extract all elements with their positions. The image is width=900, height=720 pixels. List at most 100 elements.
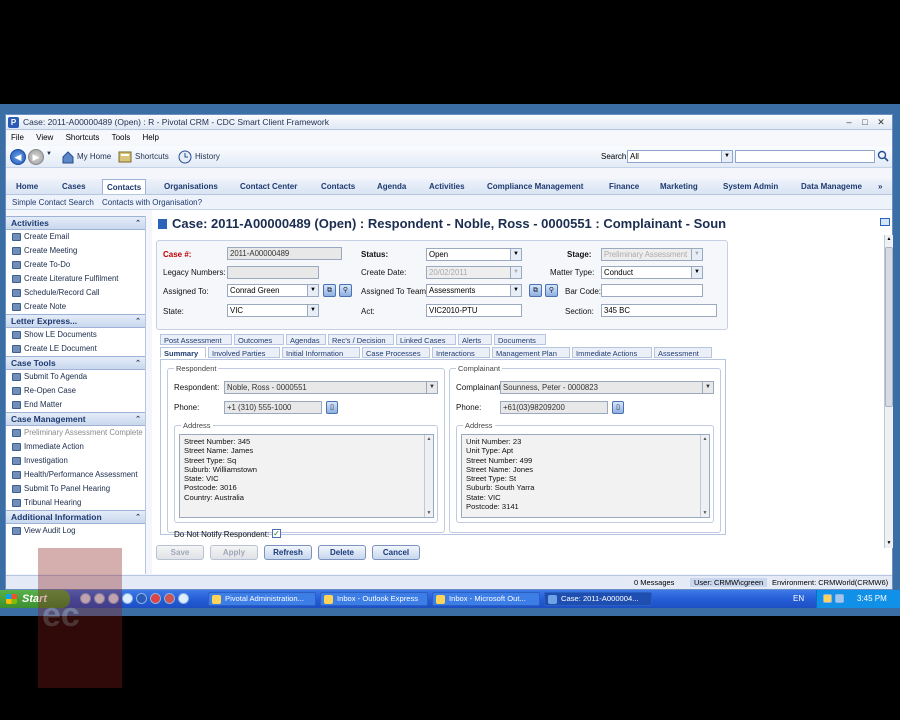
- tab-agenda[interactable]: Agenda: [373, 179, 410, 194]
- task-inbox-microsoft-outlook[interactable]: Inbox - Microsoft Out...: [432, 592, 540, 606]
- tab-linked-cases[interactable]: Linked Cases: [396, 334, 456, 345]
- sidebar-item[interactable]: Health/Performance Assessment: [6, 468, 145, 482]
- lookup-search-icon[interactable]: ⚲: [339, 284, 352, 297]
- task-case-window[interactable]: Case: 2011-A000004...: [544, 592, 652, 606]
- assigned-to-select[interactable]: Conrad Green ▼: [227, 284, 319, 297]
- tab-involved-parties[interactable]: Involved Parties: [208, 347, 280, 358]
- collapse-chevron-icon[interactable]: ⌃: [135, 315, 141, 328]
- tab-cases[interactable]: Cases: [58, 179, 90, 194]
- sidebar-item[interactable]: Submit To Agenda: [6, 370, 145, 384]
- sidebar-section-header[interactable]: Letter Express... ⌃: [6, 314, 145, 328]
- sidebar-item[interactable]: Create Note: [6, 300, 145, 314]
- state-select[interactable]: VIC ▼: [227, 304, 319, 317]
- quicklaunch-browser-icon[interactable]: [122, 593, 133, 604]
- chevron-down-icon[interactable]: ▼: [691, 249, 702, 260]
- task-pivotal-administration[interactable]: Pivotal Administration...: [208, 592, 316, 606]
- tab-alerts[interactable]: Alerts: [458, 334, 492, 345]
- tab-data-management[interactable]: Data Manageme: [797, 179, 877, 194]
- tab-documents[interactable]: Documents: [494, 334, 546, 345]
- scroll-down-icon[interactable]: ▼: [701, 509, 709, 517]
- form-scrollbar[interactable]: ▲ ▼: [884, 235, 893, 548]
- menu-help[interactable]: Help: [143, 131, 159, 145]
- sidebar-item[interactable]: Immediate Action: [6, 440, 145, 454]
- scroll-down-icon[interactable]: ▼: [885, 539, 893, 548]
- open-record-icon[interactable]: ⧉: [323, 284, 336, 297]
- menu-view[interactable]: View: [36, 131, 53, 145]
- respondent-select[interactable]: Noble, Ross - 0000551 ▼: [224, 381, 438, 394]
- tab-immediate-actions[interactable]: Immediate Actions: [572, 347, 652, 358]
- collapse-chevron-icon[interactable]: ⌃: [135, 217, 141, 230]
- tab-activities[interactable]: Activities: [425, 179, 469, 194]
- quicklaunch-pivotal-icon[interactable]: [136, 593, 147, 604]
- collapse-chevron-icon[interactable]: ⌃: [135, 357, 141, 370]
- search-icon[interactable]: [877, 150, 889, 162]
- menu-tools[interactable]: Tools: [112, 131, 131, 145]
- chevron-down-icon[interactable]: ▼: [307, 305, 318, 316]
- tray-network-icon[interactable]: [835, 594, 844, 603]
- tab-contact-center[interactable]: Contact Center: [236, 179, 301, 194]
- expand-header-icon[interactable]: [880, 218, 890, 226]
- scroll-up-icon[interactable]: ▲: [701, 435, 709, 443]
- search-input[interactable]: [735, 150, 875, 163]
- contacts-with-organisation-link[interactable]: Contacts with Organisation?: [102, 198, 202, 207]
- complainant-address-text[interactable]: Unit Number: 23 Unit Type: Apt Street Nu…: [461, 434, 710, 518]
- complainant-address-scrollbar[interactable]: ▲ ▼: [700, 435, 709, 517]
- task-inbox-outlook-express[interactable]: Inbox - Outlook Express: [320, 592, 428, 606]
- quicklaunch-app-icon[interactable]: [150, 593, 161, 604]
- language-indicator[interactable]: EN: [793, 594, 804, 603]
- tab-case-processes[interactable]: Case Processes: [362, 347, 430, 358]
- collapse-chevron-icon[interactable]: ⌃: [135, 511, 141, 524]
- tab-contacts-2[interactable]: Contacts: [317, 179, 359, 194]
- menu-shortcuts[interactable]: Shortcuts: [66, 131, 100, 145]
- search-scope-select[interactable]: All ▼: [627, 150, 733, 163]
- tab-assessment[interactable]: Assessment: [654, 347, 712, 358]
- home-icon[interactable]: [61, 150, 75, 164]
- refresh-button[interactable]: Refresh: [264, 545, 312, 560]
- quicklaunch-app2-icon[interactable]: [164, 593, 175, 604]
- respondent-phone-field[interactable]: +1 (310) 555-1000: [224, 401, 322, 414]
- sidebar-item[interactable]: Create Meeting: [6, 244, 145, 258]
- chevron-down-icon[interactable]: ▼: [510, 285, 521, 296]
- chevron-down-icon[interactable]: ▼: [426, 382, 437, 393]
- sidebar-section-header[interactable]: Additional Information ⌃: [6, 510, 145, 524]
- sidebar-item[interactable]: Preliminary Assessment Complete: [6, 426, 145, 440]
- close-button[interactable]: ✕: [874, 116, 888, 128]
- act-field[interactable]: VIC2010-PTU: [426, 304, 522, 317]
- clock[interactable]: 3:45 PM: [857, 594, 887, 603]
- scroll-up-icon[interactable]: ▲: [425, 435, 433, 443]
- sidebar-item[interactable]: Submit To Panel Hearing: [6, 482, 145, 496]
- case-number-field[interactable]: 2011-A00000489: [227, 247, 342, 260]
- scroll-thumb[interactable]: [885, 247, 893, 407]
- sidebar-item[interactable]: Re-Open Case: [6, 384, 145, 398]
- cancel-button[interactable]: Cancel: [372, 545, 420, 560]
- stage-select[interactable]: Preliminary Assessment ▼: [601, 248, 703, 261]
- matter-type-select[interactable]: Conduct ▼: [601, 266, 703, 279]
- sidebar-section-header[interactable]: Activities ⌃: [6, 216, 145, 230]
- sidebar-item[interactable]: Create Email: [6, 230, 145, 244]
- minimize-button[interactable]: –: [842, 116, 856, 128]
- phone-dial-icon[interactable]: ▯: [326, 401, 338, 414]
- sidebar-section-header[interactable]: Case Tools ⌃: [6, 356, 145, 370]
- tab-management-plan[interactable]: Management Plan: [492, 347, 570, 358]
- assigned-team-select[interactable]: Assessments ▼: [426, 284, 522, 297]
- tabs-overflow-icon[interactable]: »: [876, 179, 884, 194]
- tab-recs-decision[interactable]: Rec's / Decision: [328, 334, 394, 345]
- respondent-address-scrollbar[interactable]: ▲ ▼: [424, 435, 433, 517]
- team-search-icon[interactable]: ⚲: [545, 284, 558, 297]
- legacy-numbers-field[interactable]: [227, 266, 319, 279]
- chevron-down-icon[interactable]: ▼: [510, 249, 521, 260]
- save-button[interactable]: Save: [156, 545, 204, 560]
- sidebar-item[interactable]: View Audit Log: [6, 524, 145, 538]
- back-arrow-icon[interactable]: ◀: [10, 149, 26, 165]
- forward-arrow-icon[interactable]: ▶: [28, 149, 44, 165]
- do-not-notify-checkbox[interactable]: ✓: [272, 529, 281, 538]
- quicklaunch-app3-icon[interactable]: [178, 593, 189, 604]
- tab-interactions[interactable]: Interactions: [432, 347, 490, 358]
- history-clock-icon[interactable]: [178, 150, 192, 164]
- phone-dial-icon[interactable]: ▯: [612, 401, 624, 414]
- respondent-address-text[interactable]: Street Number: 345 Street Name: James St…: [179, 434, 434, 518]
- complainant-select[interactable]: Sounness, Peter - 0000823 ▼: [500, 381, 714, 394]
- tab-organisations[interactable]: Organisations: [160, 179, 222, 194]
- tab-agendas[interactable]: Agendas: [286, 334, 326, 345]
- tab-outcomes[interactable]: Outcomes: [234, 334, 284, 345]
